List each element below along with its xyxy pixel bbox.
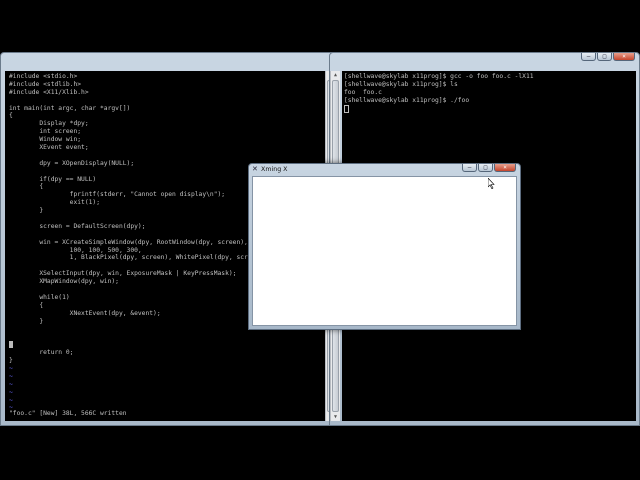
shell-titlebar[interactable]: – □ ×	[330, 53, 639, 62]
shell-text-cursor	[344, 104, 349, 113]
vim-empty-line-tilde: ~	[9, 388, 13, 396]
vim-empty-line-tilde: ~	[9, 364, 13, 372]
xming-x-window[interactable]: ✕ Xming X – □ ×	[248, 163, 521, 330]
shell-cursor-line	[344, 104, 636, 113]
minimize-icon[interactable]: –	[462, 164, 477, 172]
code-line: #include <stdlib.h>	[9, 80, 82, 88]
code-line: {	[9, 112, 13, 120]
code-line: #include <X11/Xlib.h>	[9, 88, 89, 96]
code-line: int main(int argc, char *argv[])	[9, 104, 131, 112]
cursor-line	[9, 341, 325, 349]
code-line: return 0;	[9, 349, 74, 357]
shell-line: [shellwave@skylab x11prog]$ gcc -o foo f…	[344, 73, 534, 80]
maximize-icon[interactable]: □	[478, 164, 493, 172]
minimize-icon[interactable]: –	[581, 53, 596, 61]
xming-client-area[interactable]	[252, 176, 517, 326]
code-line: Window win;	[9, 136, 82, 144]
shell-line: foo foo.c	[344, 88, 382, 96]
code-line: #include <stdio.h>	[9, 73, 78, 80]
close-icon[interactable]: ×	[494, 164, 516, 172]
shell-output: [shellwave@skylab x11prog]$ gcc -o foo f…	[344, 73, 636, 113]
text-cursor	[9, 341, 13, 349]
shell-line: [shellwave@skylab x11prog]$ ls	[344, 80, 458, 88]
x-logo-icon: ✕	[252, 165, 258, 173]
vim-empty-line-tilde: ~	[9, 372, 13, 380]
code-line: }	[9, 357, 13, 365]
close-icon[interactable]: ×	[613, 53, 635, 61]
maximize-icon[interactable]: □	[597, 53, 612, 61]
xming-window-title: Xming X	[261, 166, 288, 173]
code-line: XEvent event;	[9, 144, 89, 152]
scroll-down-arrow-icon[interactable]: ▼	[331, 413, 340, 421]
xming-window-controls: – □ ×	[462, 164, 516, 172]
editor-titlebar[interactable]	[1, 53, 335, 62]
scroll-up-arrow-icon[interactable]: ▲	[331, 71, 340, 79]
code-line: Display *dpy;	[9, 120, 89, 128]
vim-empty-line-tilde: ~	[9, 396, 13, 404]
vim-empty-line-tilde: ~	[9, 380, 13, 388]
window-controls: – □ ×	[581, 53, 635, 61]
shell-line: [shellwave@skylab x11prog]$ ./foo	[344, 96, 470, 104]
mouse-pointer-icon	[487, 174, 495, 193]
vim-status-line: "foo.c" [New] 38L, 566C written	[9, 410, 127, 418]
code-line: int screen;	[9, 128, 82, 136]
